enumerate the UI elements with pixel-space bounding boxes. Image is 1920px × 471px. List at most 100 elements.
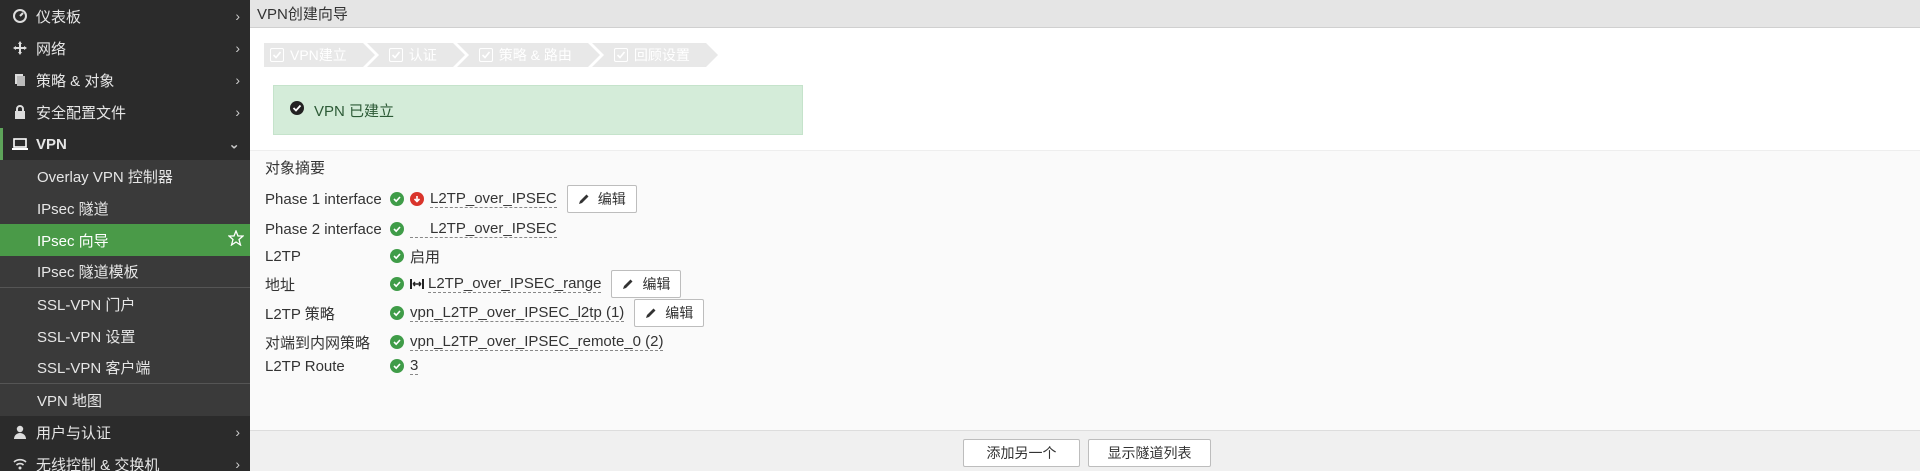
star-icon[interactable] (227, 229, 245, 250)
sidebar-item-security-profiles[interactable]: 安全配置文件 › (0, 96, 250, 128)
sidebar-item-sslvpn-clients[interactable]: SSL-VPN 客户端 (0, 352, 250, 384)
sidebar-item-sslvpn-settings[interactable]: SSL-VPN 设置 (0, 320, 250, 352)
address-range-icon (410, 277, 424, 291)
summary-row-l2tp-route: L2TP Route 3 (265, 354, 419, 378)
sidebar-item-policy-objects[interactable]: 策略 & 对象 › (0, 64, 250, 96)
summary-row-l2tp-policy: L2TP 策略 vpn_L2TP_over_IPSEC_l2tp (1) 编辑 (265, 299, 705, 327)
sidebar-item-wifi-switch[interactable]: 无线控制 & 交换机 › (0, 448, 250, 471)
summary-row-remote-policy: 对端到内网策略 vpn_L2TP_over_IPSEC_remote_0 (2) (265, 330, 664, 354)
summary-row-phase2: Phase 2 interface L2TP_over_IPSEC (265, 217, 557, 241)
wizard-steps: VPN建立 认证 策略 & 路由 回顾设置 (264, 43, 718, 67)
row-label: L2TP Route (265, 357, 345, 375)
user-icon (12, 424, 28, 440)
check-circle-icon (390, 249, 404, 263)
sidebar-item-label: IPsec 向导 (37, 232, 109, 250)
sidebar-item-network[interactable]: 网络 › (0, 32, 250, 64)
sidebar-item-dashboard[interactable]: 仪表板 › (0, 0, 250, 32)
sidebar-item-overlay-vpn[interactable]: Overlay VPN 控制器 (0, 160, 250, 192)
sidebar-item-ipsec-templates[interactable]: IPsec 隧道模板 (0, 256, 250, 288)
sidebar-item-vpn[interactable]: VPN ⌄ (0, 128, 250, 160)
l2tp-status: 启用 (410, 248, 441, 266)
summary-row-phase1: Phase 1 interface L2TP_over_IPSEC 编辑 (265, 185, 637, 213)
sidebar-item-sslvpn-portals[interactable]: SSL-VPN 门户 (0, 288, 250, 320)
edit-phase1-button[interactable]: 编辑 (566, 185, 637, 213)
wizard-step: VPN建立 (264, 43, 375, 67)
pencil-icon (578, 194, 589, 204)
l2tp-route-link[interactable]: 3 (410, 357, 419, 375)
check-icon (613, 48, 628, 62)
chevron-right-icon: › (235, 456, 240, 471)
remote-policy-link[interactable]: vpn_L2TP_over_IPSEC_remote_0 (2) (410, 333, 664, 351)
show-tunnel-list-button[interactable]: 显示隧道列表 (1088, 439, 1211, 467)
sidebar-item-label: SSL-VPN 客户端 (37, 360, 151, 377)
sidebar-item-ipsec-wizard[interactable]: IPsec 向导 (0, 224, 250, 256)
sidebar-item-label: IPsec 隧道 (37, 200, 109, 218)
sidebar-item-label: VPN 地图 (37, 392, 103, 410)
wizard-step: 回顾设置 (591, 43, 718, 67)
object-summary: 对象摘要 Phase 1 interface L2TP_over_IPSEC 编… (250, 150, 1920, 430)
pencil-icon (646, 308, 656, 318)
wizard-step-label: VPN建立 (290, 47, 347, 63)
l2tp-policy-link[interactable]: vpn_L2TP_over_IPSEC_l2tp (1) (410, 304, 625, 322)
sidebar: 仪表板 › 网络 › 策略 & 对象 › 安全配置文件 › VPN ⌄ Over… (0, 0, 250, 471)
edit-l2tp-policy-button[interactable]: 编辑 (634, 299, 705, 327)
pencil-icon (623, 279, 633, 289)
check-icon (270, 48, 284, 62)
row-label: L2TP (265, 247, 301, 265)
check-circle-icon (290, 101, 304, 119)
add-another-button[interactable]: 添加另一个 (963, 439, 1080, 467)
address-range-link[interactable]: L2TP_over_IPSEC_range (428, 275, 602, 293)
sidebar-item-label: SSL-VPN 设置 (37, 328, 136, 346)
chevron-right-icon: › (235, 72, 240, 88)
chevron-down-icon: ⌄ (228, 135, 240, 152)
wizard-step-label: 回顾设置 (633, 47, 690, 63)
summary-row-l2tp: L2TP 启用 (265, 244, 440, 268)
success-alert: VPN 已建立 (273, 85, 803, 135)
sidebar-item-label: 安全配置文件 (36, 104, 127, 122)
check-circle-icon (390, 335, 404, 349)
row-label: Phase 1 interface (265, 190, 382, 208)
sidebar-item-label: VPN (36, 135, 67, 153)
summary-title: 对象摘要 (265, 160, 326, 177)
check-circle-icon (390, 306, 404, 320)
sidebar-item-label: 无线控制 & 交换机 (36, 456, 160, 471)
dashboard-icon (12, 8, 28, 24)
wizard-step-label: 策略 & 路由 (498, 47, 572, 63)
network-move-icon (12, 40, 28, 56)
wifi-icon (12, 456, 28, 471)
check-circle-icon (390, 277, 404, 291)
phase1-interface-link[interactable]: L2TP_over_IPSEC (430, 190, 557, 208)
row-label: L2TP 策略 (265, 305, 335, 323)
sidebar-item-label: Overlay VPN 控制器 (37, 168, 173, 186)
wizard-step-label: 认证 (408, 47, 437, 63)
chevron-right-icon: › (235, 424, 240, 440)
sidebar-item-label: 策略 & 对象 (36, 72, 115, 90)
lock-icon (12, 104, 28, 120)
sidebar-item-label: IPsec 隧道模板 (37, 264, 139, 281)
row-label: Phase 2 interface (265, 220, 382, 238)
main-content: VPN创建向导 VPN建立 认证 策略 & 路由 回顾设置 VPN 已建立 对象… (250, 0, 1920, 471)
check-circle-icon (390, 192, 404, 206)
chevron-right-icon: › (235, 8, 240, 24)
arrow-down-circle-icon (410, 192, 424, 206)
footer-bar: 添加另一个 显示隧道列表 (250, 430, 1920, 471)
chevron-right-icon: › (235, 104, 240, 120)
check-icon (478, 48, 493, 62)
sidebar-item-vpn-map[interactable]: VPN 地图 (0, 384, 250, 416)
wizard-step: 认证 (366, 43, 465, 67)
laptop-icon (12, 136, 28, 152)
edit-address-button[interactable]: 编辑 (611, 270, 682, 298)
summary-row-address: 地址 L2TP_over_IPSEC_range 编辑 (265, 270, 682, 298)
success-message: VPN 已建立 (314, 102, 395, 120)
sidebar-item-label: 仪表板 (36, 8, 82, 26)
check-circle-icon (390, 222, 404, 236)
sidebar-item-label: 用户与认证 (36, 424, 112, 442)
sidebar-item-ipsec-tunnels[interactable]: IPsec 隧道 (0, 192, 250, 224)
phase2-interface-link[interactable]: L2TP_over_IPSEC (410, 220, 557, 238)
check-circle-icon (390, 359, 404, 373)
chevron-right-icon: › (235, 40, 240, 56)
row-label: 地址 (265, 276, 296, 294)
sidebar-item-user-auth[interactable]: 用户与认证 › (0, 416, 250, 448)
sidebar-item-label: SSL-VPN 门户 (37, 296, 136, 314)
policy-icon (12, 72, 28, 88)
